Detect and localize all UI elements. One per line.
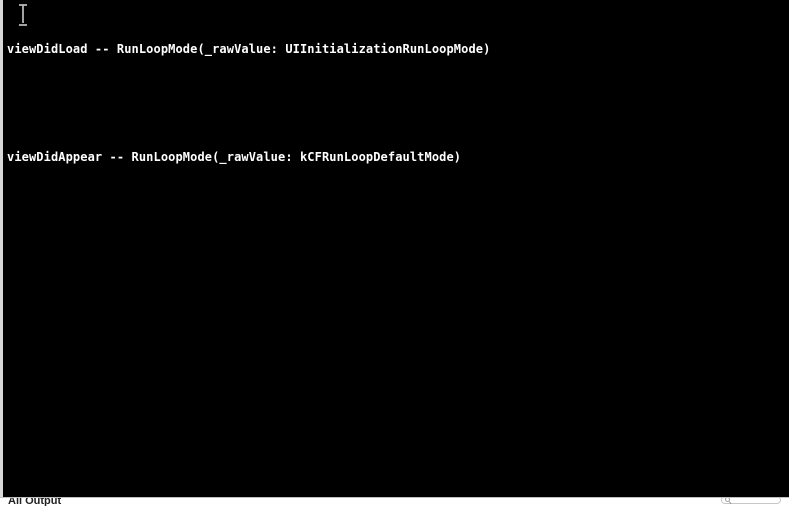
console-line: viewDidLoad -- RunLoopMode(_rawValue: UI… (7, 40, 785, 58)
console-blank-line (7, 94, 785, 112)
bottom-bar-right-controls (721, 497, 781, 504)
console-bottom-bar: All Output (0, 497, 789, 506)
debug-console-frame: viewDidLoad -- RunLoopMode(_rawValue: UI… (0, 0, 789, 506)
console-output-area[interactable]: viewDidLoad -- RunLoopMode(_rawValue: UI… (3, 0, 789, 497)
console-line: viewDidAppear -- RunLoopMode(_rawValue: … (7, 148, 785, 166)
console-filter-input[interactable] (721, 497, 781, 504)
search-icon (725, 497, 732, 504)
output-filter-dropdown[interactable]: All Output (8, 497, 61, 506)
text-cursor-icon (19, 6, 27, 24)
